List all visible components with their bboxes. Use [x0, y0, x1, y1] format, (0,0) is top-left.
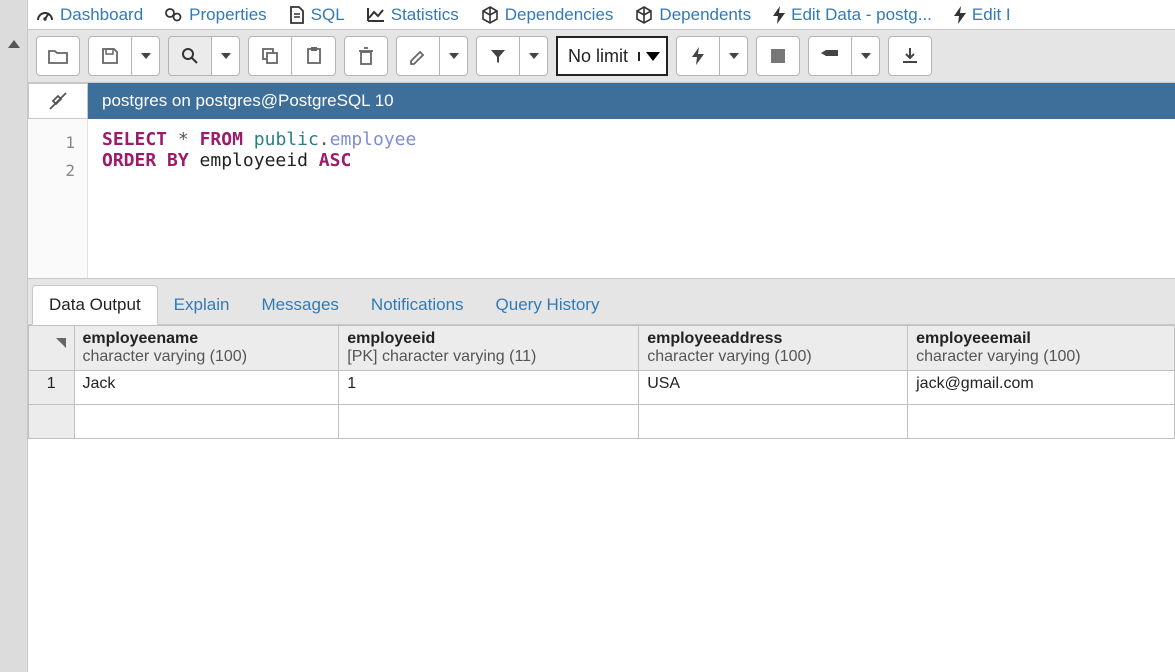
paste-button[interactable] [292, 36, 336, 76]
line-number-gutter: 1 2 [28, 119, 88, 278]
tab-label: Dependencies [505, 5, 614, 25]
delete-row-button[interactable] [344, 36, 388, 76]
disconnect-button[interactable] [28, 83, 88, 119]
tab-label: Dependents [659, 5, 751, 25]
tab-edit-data-1[interactable]: Edit Data - postg... [773, 5, 932, 25]
result-grid[interactable]: employeenamecharacter varying (100) empl… [28, 325, 1175, 439]
row-limit-select[interactable]: No limit [556, 36, 668, 76]
chart-line-icon [367, 7, 385, 23]
tab-label: Statistics [391, 5, 459, 25]
result-tab-messages[interactable]: Messages [245, 286, 354, 324]
tab-dependents[interactable]: Dependents [635, 5, 751, 25]
column-header[interactable]: employeeemailcharacter varying (100) [908, 326, 1175, 371]
tab-properties[interactable]: Properties [165, 5, 266, 25]
column-header[interactable]: employeeaddresscharacter varying (100) [639, 326, 908, 371]
package-icon [481, 6, 499, 24]
tab-label: SQL [311, 5, 345, 25]
chevron-up-icon [8, 40, 20, 48]
edit-dropdown[interactable] [440, 36, 468, 76]
open-file-button[interactable] [36, 36, 80, 76]
tab-label: Edit Data - postg... [791, 5, 932, 25]
row-number-cell[interactable]: 1 [29, 371, 75, 405]
tab-label: Edit I [972, 5, 1011, 25]
triangle-icon [56, 338, 66, 348]
tab-edit-data-2[interactable]: Edit I [954, 5, 1011, 25]
tab-label: Properties [189, 5, 266, 25]
column-header[interactable]: employeeid[PK] character varying (11) [339, 326, 639, 371]
find-button[interactable] [168, 36, 212, 76]
query-toolbar: No limit [28, 30, 1175, 83]
find-dropdown[interactable] [212, 36, 240, 76]
download-button[interactable] [888, 36, 932, 76]
execute-button[interactable] [676, 36, 720, 76]
connection-title: postgres on postgres@PostgreSQL 10 [88, 83, 1175, 119]
sql-code-area[interactable]: SELECT * FROM public.employee ORDER BY e… [88, 119, 1175, 278]
tab-dashboard[interactable]: Dashboard [36, 5, 143, 25]
clear-button[interactable] [808, 36, 852, 76]
tab-dependencies[interactable]: Dependencies [481, 5, 614, 25]
stop-button[interactable] [756, 36, 800, 76]
gears-icon [165, 7, 183, 23]
lightning-icon [773, 6, 785, 24]
clear-dropdown[interactable] [852, 36, 880, 76]
row-number-header[interactable] [29, 326, 75, 371]
side-splitter-gutter[interactable] [0, 0, 28, 672]
grid-cell[interactable]: jack@gmail.com [908, 371, 1175, 405]
result-tab-query-history[interactable]: Query History [480, 286, 616, 324]
package-icon [635, 6, 653, 24]
execute-dropdown[interactable] [720, 36, 748, 76]
tab-label: Dashboard [60, 5, 143, 25]
result-tab-notifications[interactable]: Notifications [355, 286, 480, 324]
row-limit-value: No limit [558, 46, 638, 67]
tab-statistics[interactable]: Statistics [367, 5, 459, 25]
result-tab-data-output[interactable]: Data Output [32, 285, 158, 325]
file-sql-icon [289, 6, 305, 24]
sql-editor[interactable]: 1 2 SELECT * FROM public.employee ORDER … [28, 119, 1175, 279]
row-limit-dropdown[interactable] [638, 52, 666, 61]
save-file-dropdown[interactable] [132, 36, 160, 76]
filter-dropdown[interactable] [520, 36, 548, 76]
grid-cell[interactable]: Jack [74, 371, 339, 405]
grid-cell[interactable]: 1 [339, 371, 639, 405]
table-row-empty[interactable] [29, 405, 1175, 439]
table-row[interactable]: 1 Jack 1 USA jack@gmail.com [29, 371, 1175, 405]
lightning-icon [954, 6, 966, 24]
top-tabbar: Dashboard Properties SQL Statistics Depe… [28, 0, 1175, 30]
result-tab-explain[interactable]: Explain [158, 286, 246, 324]
tab-sql[interactable]: SQL [289, 5, 345, 25]
edit-button[interactable] [396, 36, 440, 76]
column-header[interactable]: employeenamecharacter varying (100) [74, 326, 339, 371]
result-tabbar: Data Output Explain Messages Notificatio… [28, 279, 1175, 325]
dashboard-icon [36, 8, 54, 22]
copy-button[interactable] [248, 36, 292, 76]
grid-cell[interactable]: USA [639, 371, 908, 405]
save-file-button[interactable] [88, 36, 132, 76]
filter-button[interactable] [476, 36, 520, 76]
